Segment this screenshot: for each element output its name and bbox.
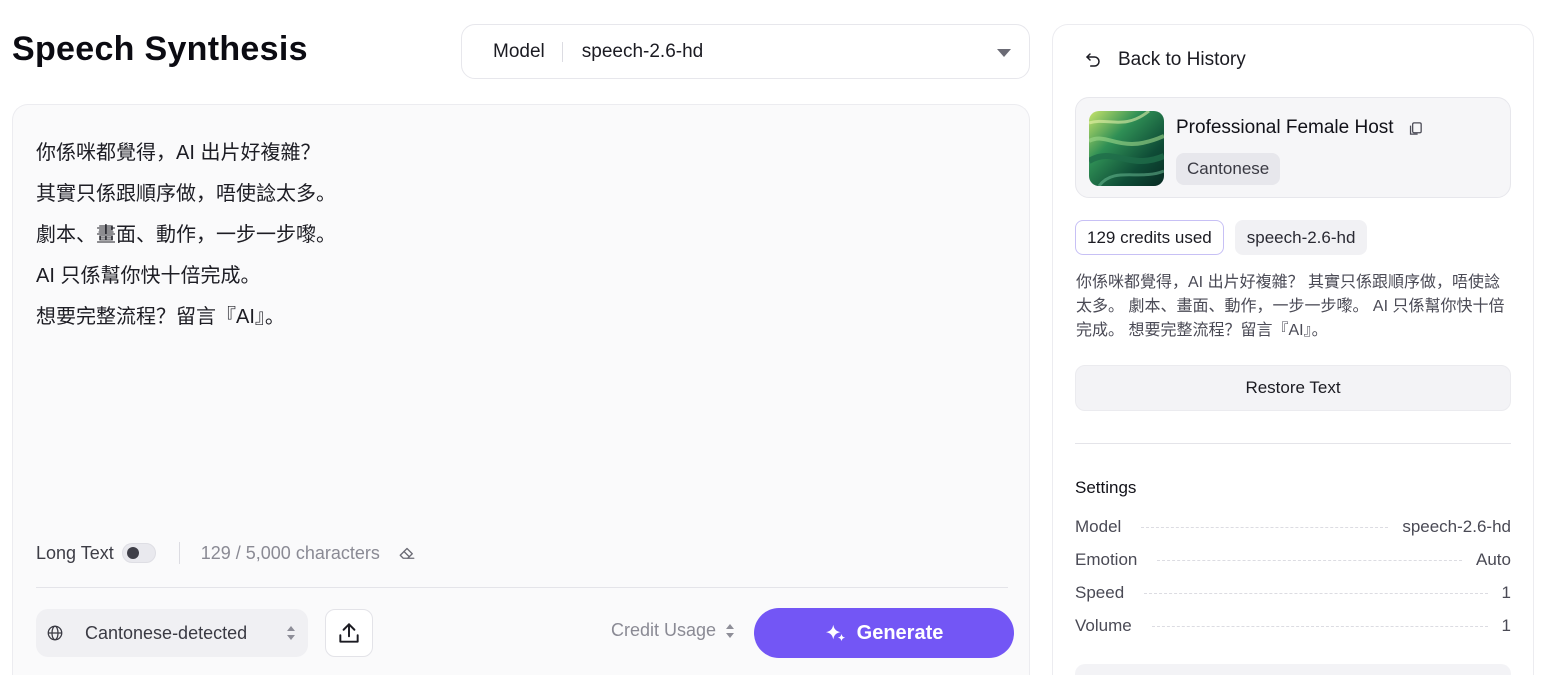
copy-icon[interactable] [1407, 120, 1424, 137]
restore-text-button[interactable]: Restore Text [1075, 365, 1511, 411]
generate-label: Generate [856, 621, 944, 644]
generate-button[interactable]: Generate [754, 608, 1014, 658]
page-title: Speech Synthesis [12, 30, 308, 68]
undo-arrow-icon [1086, 53, 1100, 67]
script-line: 想要完整流程？留言『AI』。 [36, 306, 285, 328]
script-line: 其實只係跟順序做，唔使諗太多。 [36, 183, 336, 205]
language-select-value: Cantonese-detected [85, 622, 248, 643]
model-select[interactable]: Model speech-2.6-hd [461, 24, 1030, 79]
model-select-label: Model [493, 40, 545, 62]
language-select[interactable]: Cantonese-detected [36, 609, 308, 657]
setting-value: Auto [1476, 550, 1511, 569]
voice-avatar [1089, 111, 1164, 186]
setting-row-emotion: Emotion Auto [1075, 548, 1511, 572]
setting-row-model: Model speech-2.6-hd [1075, 515, 1511, 539]
text-editor-panel: 你係咪都覺得，AI 出片好複雜？ 其實只係跟順序做，唔使諗太多。 劇本、畫面、動… [12, 104, 1030, 675]
model-select-divider [561, 41, 563, 62]
setting-label: Volume [1075, 616, 1132, 635]
credits-used-badge: 129 credits used [1075, 220, 1224, 255]
long-text-toggle[interactable] [121, 543, 156, 563]
script-textarea[interactable]: 你係咪都覺得，AI 出片好複雜？ 其實只係跟順序做，唔使諗太多。 劇本、畫面、動… [36, 133, 996, 338]
leader-dots [1141, 526, 1389, 528]
setting-label: Model [1075, 517, 1122, 536]
setting-value: speech-2.6-hd [1402, 517, 1511, 536]
caret-down-icon [997, 49, 1011, 57]
credit-usage-label: Credit Usage [611, 620, 717, 640]
leader-dots [1144, 592, 1488, 594]
editor-meta-row: Long Text 129 / 5,000 characters [36, 539, 416, 567]
script-line: 劇本、畫面、動作，一步一步嚟。 [36, 224, 336, 246]
editor-divider [36, 587, 1008, 588]
globe-icon [47, 625, 63, 641]
voice-name-text: Professional Female Host [1176, 117, 1394, 138]
setting-label: Emotion [1075, 550, 1138, 569]
model-select-value: speech-2.6-hd [581, 40, 704, 62]
toggle-knob [126, 547, 139, 559]
history-text-preview: 你係咪都覺得，AI 出片好複雜？ 其實只係跟順序做，唔使諗太多。 劇本、畫面、動… [1076, 274, 1505, 339]
model-badge: speech-2.6-hd [1234, 220, 1368, 255]
upload-icon [339, 623, 359, 643]
leader-dots [1157, 559, 1463, 561]
script-line: 你係咪都覺得，AI 出片好複雜？ [36, 142, 321, 164]
voice-language-badge: Cantonese [1176, 153, 1281, 185]
setting-row-speed: Speed 1 [1075, 581, 1511, 605]
sparkle-icon [825, 624, 845, 642]
eraser-icon[interactable] [398, 544, 416, 562]
setting-label: Speed [1075, 583, 1125, 602]
panel-bottom-action[interactable] [1075, 664, 1511, 675]
leader-dots [1151, 625, 1488, 627]
script-line: AI 只係幫你快十倍完成。 [36, 265, 261, 287]
credit-usage-select[interactable]: Credit Usage [611, 620, 735, 641]
select-arrows-icon [726, 623, 735, 638]
meta-divider [178, 542, 180, 564]
character-count: 129 / 5,000 characters [200, 542, 380, 563]
long-text-label: Long Text [36, 542, 114, 563]
upload-button[interactable] [325, 609, 373, 657]
voice-card: Professional Female Host Cantonese [1075, 97, 1511, 198]
setting-value: 1 [1501, 583, 1511, 602]
select-arrows-icon [287, 626, 295, 640]
back-to-history-link[interactable]: Back to History [1084, 49, 1246, 71]
history-tags: 129 credits used speech-2.6-hd [1075, 220, 1368, 255]
settings-title: Settings [1075, 478, 1137, 497]
setting-value: 1 [1501, 616, 1511, 635]
back-to-history-label: Back to History [1118, 49, 1246, 70]
history-detail-panel: Back to History Professional Female Host… [1052, 24, 1534, 675]
voice-name: Professional Female Host [1176, 117, 1424, 139]
setting-row-volume: Volume 1 [1075, 614, 1511, 638]
panel-divider [1075, 443, 1511, 444]
